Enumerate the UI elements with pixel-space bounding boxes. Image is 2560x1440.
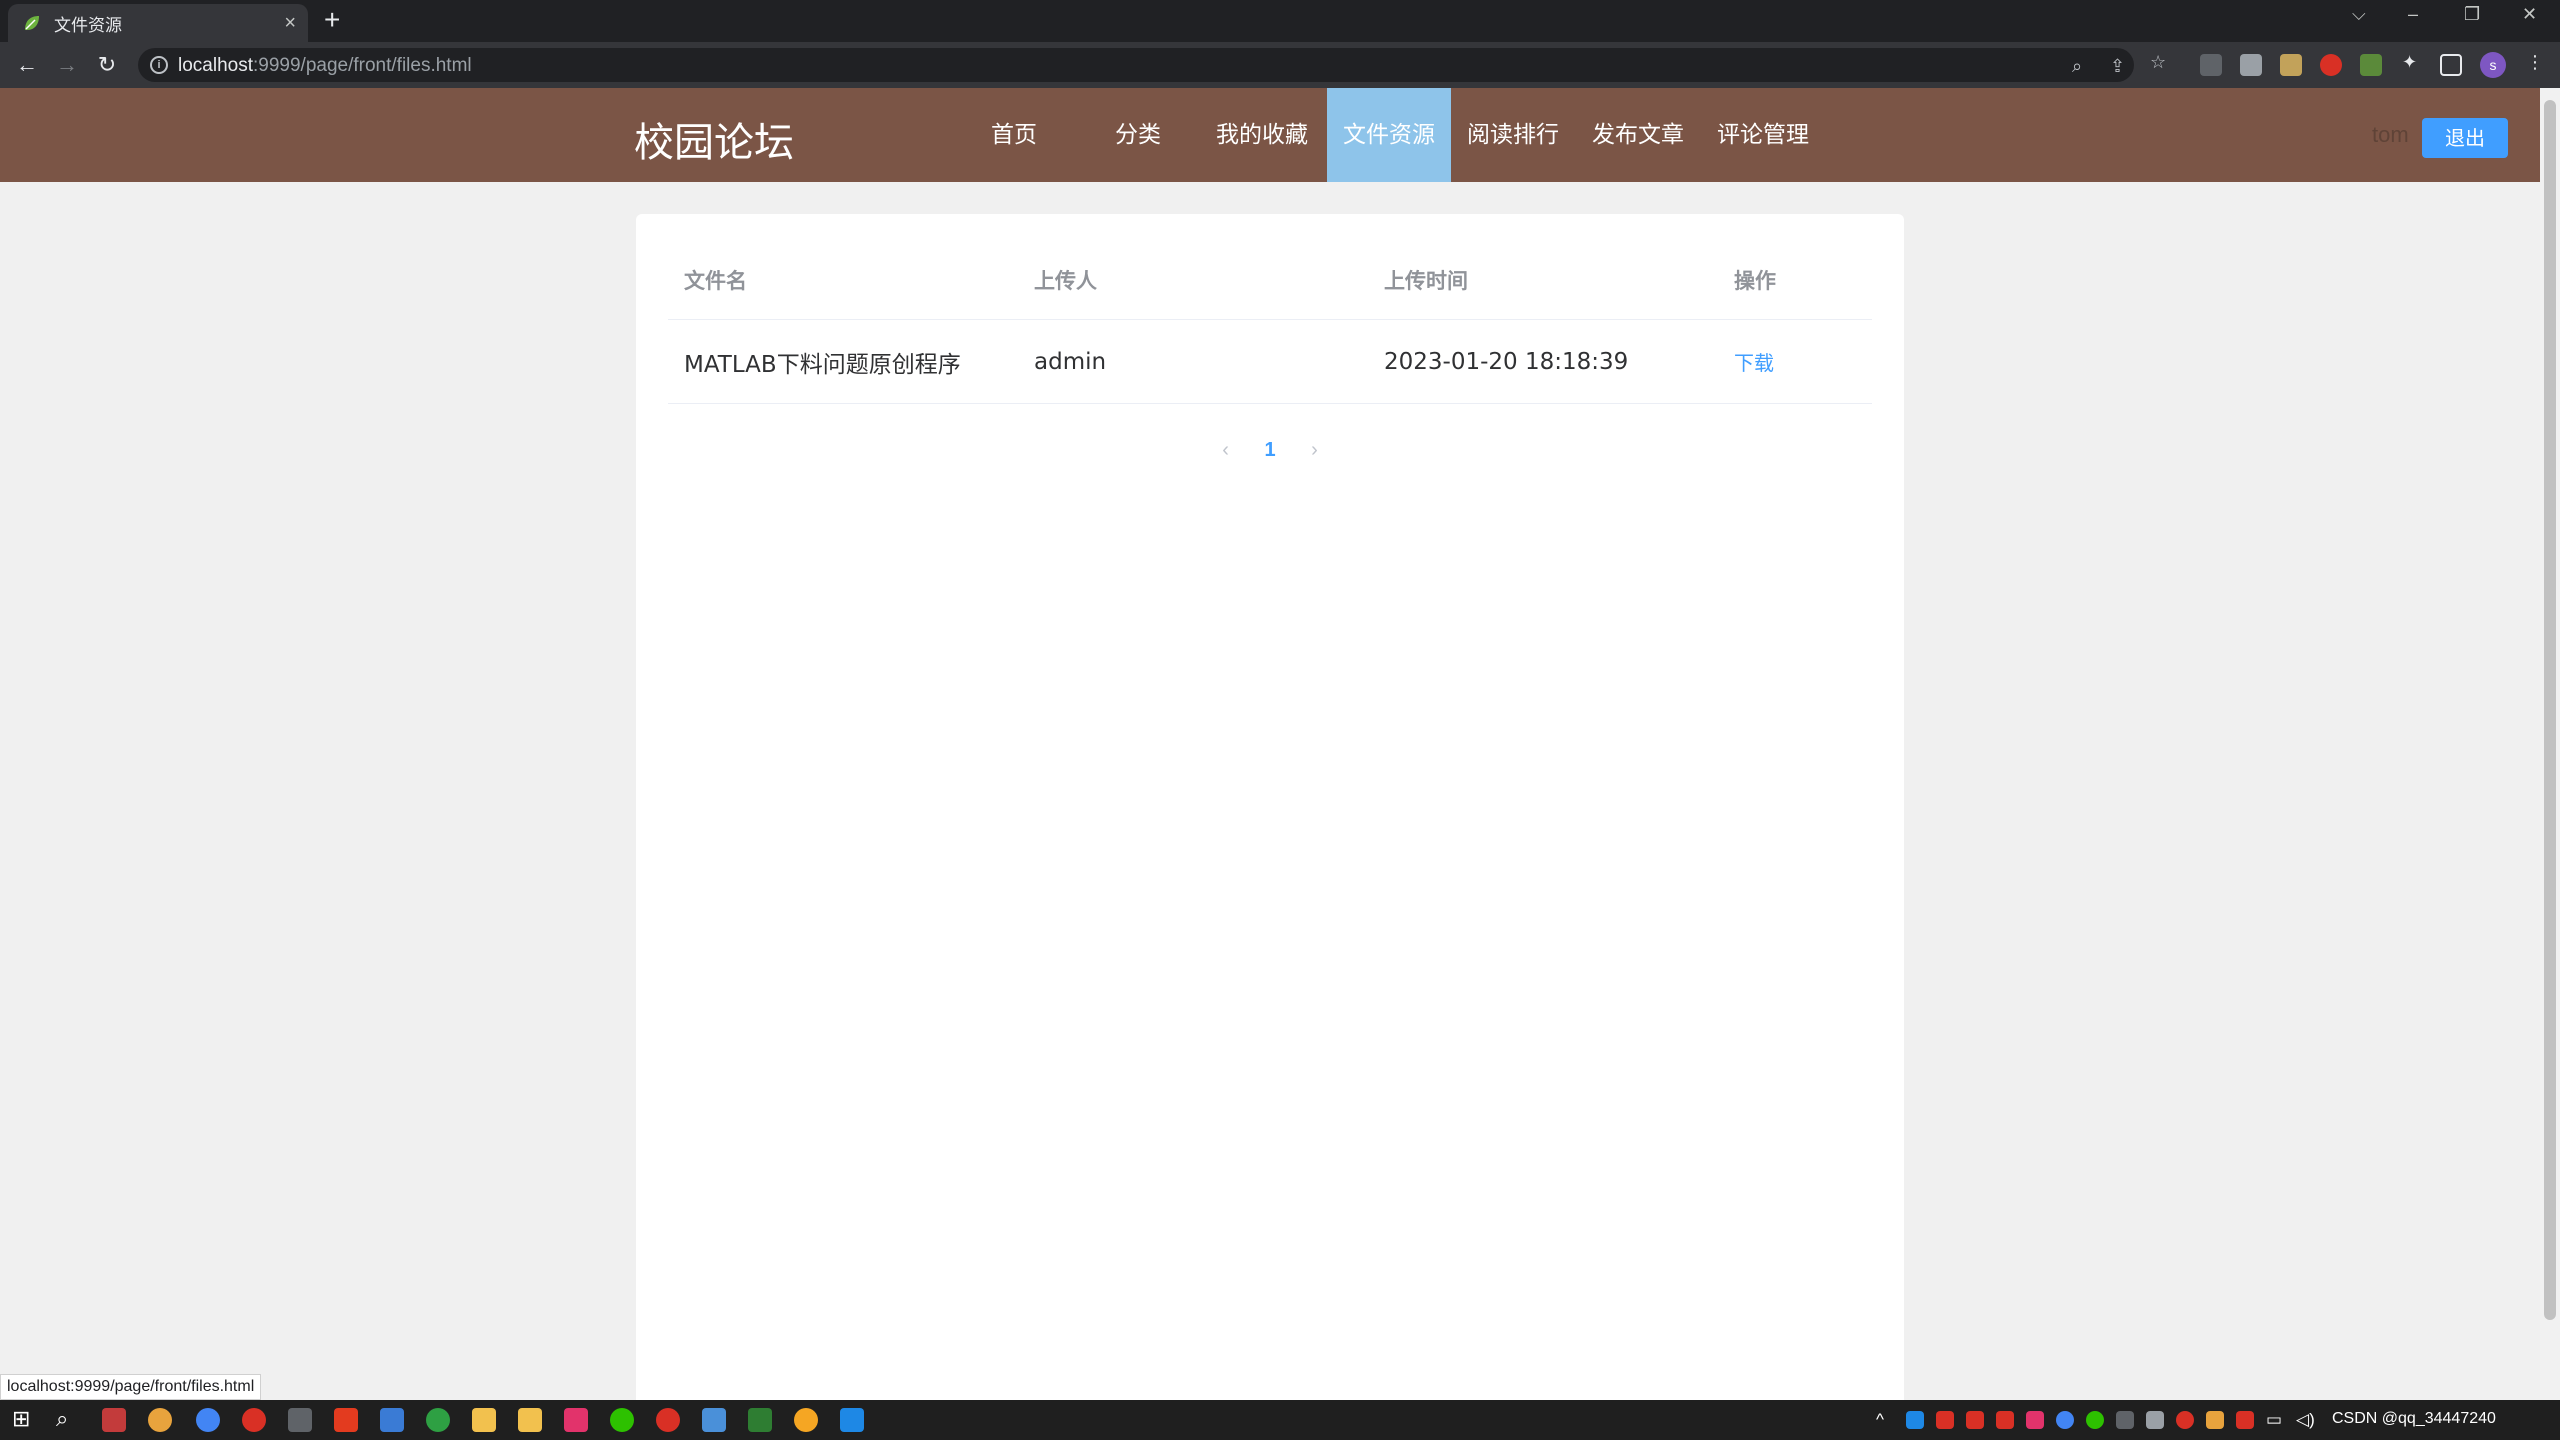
taskbar-app-icon[interactable] — [196, 1408, 220, 1432]
tray-app-icon[interactable] — [2236, 1411, 2254, 1429]
tray-wechat-icon[interactable] — [2086, 1411, 2104, 1429]
tray-app-icon[interactable] — [1966, 1411, 1984, 1429]
profile-avatar[interactable]: s — [2480, 52, 2506, 78]
tab-title: 文件资源 — [54, 15, 122, 35]
extension-chat-icon[interactable] — [2200, 54, 2222, 76]
prev-page-icon[interactable]: ‹ — [1206, 430, 1246, 470]
taskbar-app-icon[interactable] — [102, 1408, 126, 1432]
share-icon[interactable]: ⇪ — [2110, 56, 2125, 77]
pagination: ‹ 1 › — [636, 430, 1904, 470]
header-actions: 操作 — [1734, 268, 1776, 293]
page-number-current[interactable]: 1 — [1250, 430, 1290, 470]
new-tab-button[interactable]: + — [324, 6, 340, 34]
header-upload-time: 上传时间 — [1384, 268, 1468, 293]
tray-app-icon[interactable] — [1906, 1411, 1924, 1429]
taskbar-app-icon[interactable] — [288, 1408, 312, 1432]
nav-reading-rank[interactable]: 阅读排行 — [1451, 88, 1575, 182]
reload-icon[interactable]: ↻ — [94, 52, 120, 78]
address-bar[interactable]: i localhost:9999/page/front/files.html ⌕… — [138, 48, 2134, 82]
page-scrollbar[interactable] — [2540, 88, 2560, 1400]
network-icon[interactable]: ▭ — [2266, 1410, 2282, 1430]
site-header: 校园论坛 首页 分类 我的收藏 文件资源 阅读排行 发布文章 评论管理 tom … — [0, 88, 2540, 182]
zoom-icon[interactable]: ⌕ — [2072, 56, 2082, 77]
tray-app-icon[interactable] — [2116, 1411, 2134, 1429]
page-viewport: 校园论坛 首页 分类 我的收藏 文件资源 阅读排行 发布文章 评论管理 tom … — [0, 88, 2540, 1400]
extensions-puzzle-icon[interactable]: ✦ — [2402, 52, 2417, 73]
nav-comments[interactable]: 评论管理 — [1701, 88, 1825, 182]
tray-app-icon[interactable] — [2056, 1411, 2074, 1429]
taskbar-app-icon[interactable] — [840, 1408, 864, 1432]
extension-leaf-icon[interactable] — [2360, 54, 2382, 76]
taskbar-app-icon[interactable] — [426, 1408, 450, 1432]
row-cell-action: 下载 — [1734, 320, 1774, 403]
file-uploader: admin — [1034, 348, 1107, 375]
tab-close-icon[interactable]: × — [284, 12, 296, 35]
menu-kebab-icon[interactable]: ⋮ — [2526, 52, 2544, 73]
taskbar-app-icon[interactable] — [656, 1408, 680, 1432]
bookmark-star-icon[interactable]: ☆ — [2150, 52, 2166, 73]
file-name: MATLAB下料问题原创程序 — [684, 351, 961, 378]
file-explorer-icon[interactable] — [472, 1408, 496, 1432]
chrome-taskbar-icon[interactable] — [148, 1408, 172, 1432]
wechat-icon[interactable] — [610, 1408, 634, 1432]
table-header-row: 文件名 上传人 上传时间 操作 — [668, 240, 1872, 320]
files-table: 文件名 上传人 上传时间 操作 MATLAB下料问题原创程序 admin 202… — [668, 240, 1872, 404]
taskbar-app-icon[interactable] — [748, 1408, 772, 1432]
extension-shield-icon[interactable] — [2320, 54, 2342, 76]
download-link[interactable]: 下载 — [1734, 347, 1774, 376]
forward-icon[interactable]: → — [54, 52, 80, 78]
tray-expand-icon[interactable]: ^ — [1876, 1410, 1884, 1430]
files-card: 文件名 上传人 上传时间 操作 MATLAB下料问题原创程序 admin 202… — [636, 214, 1904, 1400]
site-info-icon[interactable]: i — [150, 56, 168, 74]
os-taskbar: ⊞ ⌕ ^ ▭ ◁) CSDN @qq_34447240 — [0, 1400, 2560, 1440]
close-window-button[interactable]: ✕ — [2522, 4, 2537, 25]
taskbar-app-icon[interactable] — [794, 1408, 818, 1432]
browser-toolbar: ← → ↻ i localhost:9999/page/front/files.… — [0, 42, 2560, 88]
windows-start-icon[interactable]: ⊞ — [12, 1406, 30, 1432]
tray-app-icon[interactable] — [1996, 1411, 2014, 1429]
taskbar-app-icon[interactable] — [518, 1408, 542, 1432]
nav-favorites[interactable]: 我的收藏 — [1200, 88, 1324, 182]
username-label: tom — [2372, 122, 2409, 147]
nav-files[interactable]: 文件资源 — [1327, 88, 1451, 182]
table-row: MATLAB下料问题原创程序 admin 2023-01-20 18:18:39… — [668, 320, 1872, 404]
taskbar-app-icon[interactable] — [564, 1408, 588, 1432]
tray-app-icon[interactable] — [2206, 1411, 2224, 1429]
nav-category[interactable]: 分类 — [1076, 88, 1200, 182]
back-icon[interactable]: ← — [14, 52, 40, 78]
header-filename: 文件名 — [684, 268, 747, 293]
url-text: localhost:9999/page/front/files.html — [178, 55, 472, 76]
tray-watermark-text: CSDN @qq_34447240 — [2332, 1410, 2496, 1427]
nav-home[interactable]: 首页 — [952, 88, 1076, 182]
tray-app-icon[interactable] — [2146, 1411, 2164, 1429]
tray-app-icon[interactable] — [1936, 1411, 1954, 1429]
browser-tab[interactable]: 文件资源 × — [8, 4, 308, 42]
nav-publish[interactable]: 发布文章 — [1576, 88, 1700, 182]
tab-search-icon[interactable]: ⌵ — [2352, 4, 2366, 25]
taskbar-app-icon[interactable] — [334, 1408, 358, 1432]
extension-camera-icon[interactable] — [2240, 54, 2262, 76]
taskbar-app-icon[interactable] — [380, 1408, 404, 1432]
status-url-bubble: localhost:9999/page/front/files.html — [0, 1374, 262, 1400]
taskbar-app-icon[interactable] — [242, 1408, 266, 1432]
scrollbar-thumb[interactable] — [2544, 100, 2556, 1320]
logout-button[interactable]: 退出 — [2422, 118, 2508, 158]
volume-icon[interactable]: ◁) — [2296, 1410, 2315, 1430]
tray-app-icon[interactable] — [2176, 1411, 2194, 1429]
file-upload-time: 2023-01-20 18:18:39 — [1384, 348, 1629, 375]
extension-image-icon[interactable] — [2280, 54, 2302, 76]
side-panel-icon[interactable] — [2440, 54, 2462, 76]
site-logo[interactable]: 校园论坛 — [634, 110, 794, 168]
next-page-icon[interactable]: › — [1294, 430, 1334, 470]
spring-leaf-icon — [22, 13, 42, 33]
taskbar-app-icon[interactable] — [702, 1408, 726, 1432]
search-icon[interactable]: ⌕ — [56, 1406, 68, 1432]
minimize-button[interactable]: – — [2408, 4, 2418, 25]
header-uploader: 上传人 — [1034, 268, 1097, 293]
browser-tab-bar: 文件资源 × + ⌵ – ❐ ✕ — [0, 0, 2560, 42]
tray-app-icon[interactable] — [2026, 1411, 2044, 1429]
restore-button[interactable]: ❐ — [2464, 4, 2480, 25]
